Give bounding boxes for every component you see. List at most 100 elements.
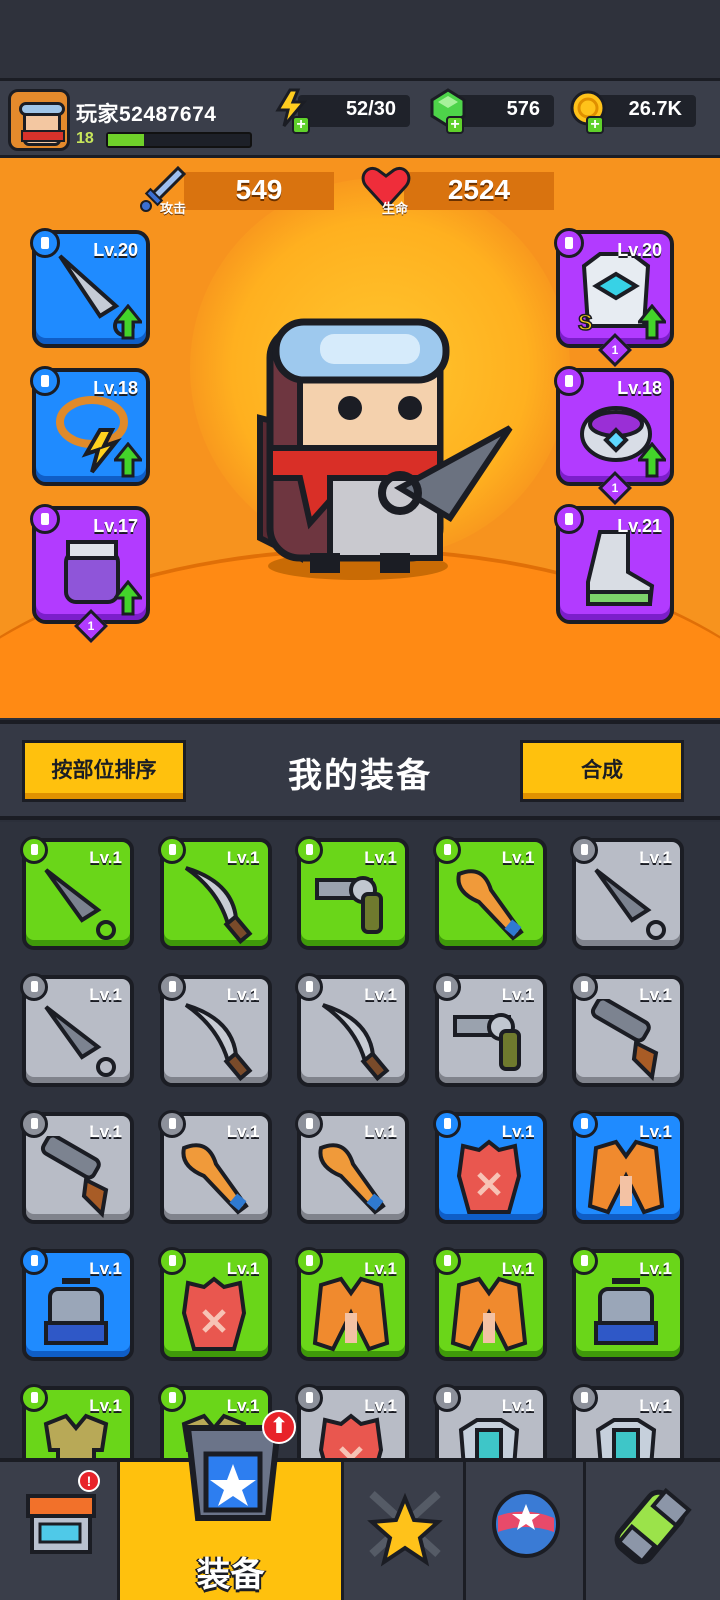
inventory-item[interactable]: Lv.1 (432, 973, 547, 1087)
equipped-slot[interactable]: Lv.21 (554, 504, 674, 624)
bat-icon (455, 869, 524, 941)
equipped-slot[interactable]: Lv.20 (30, 228, 150, 348)
add-energy-button[interactable]: + (292, 116, 310, 134)
tab-shop[interactable]: ! (0, 1462, 120, 1600)
slot-level: Lv.20 (93, 240, 138, 260)
inventory-item[interactable]: Lv.1 (570, 1384, 684, 1458)
machete-icon (184, 1003, 252, 1082)
item-slot-type-icon (20, 1110, 48, 1138)
inventory-item[interactable]: Lv.1 (20, 836, 134, 950)
item-level: Lv.1 (226, 1259, 260, 1278)
inventory-item[interactable]: Lv.1 (432, 836, 547, 950)
inventory-item[interactable]: Lv.1 (432, 1247, 547, 1361)
inventory-item[interactable]: Lv.1 (20, 1384, 134, 1458)
avatar[interactable] (8, 89, 70, 151)
jacket-icon (587, 1139, 665, 1215)
inventory-item[interactable]: Lv.1 (570, 973, 684, 1087)
plate-armor-icon (44, 1278, 108, 1345)
inventory-item[interactable]: Lv.1 (570, 836, 684, 950)
item-level: Lv.1 (226, 985, 260, 1004)
item-slot-type-icon (20, 1247, 48, 1275)
item-level: Lv.1 (364, 1396, 397, 1415)
jacket-icon (312, 1276, 390, 1352)
kunai-icon (44, 1005, 116, 1077)
item-slot-type-icon (295, 836, 323, 864)
inventory-item[interactable]: Lv.1 (20, 1110, 134, 1224)
item-slot-type-icon (570, 836, 598, 864)
inventory-item[interactable]: Lv.1 (157, 1247, 272, 1361)
inventory-item[interactable]: Lv.1 (295, 1247, 409, 1361)
xp-fill (108, 134, 144, 146)
player-character[interactable] (240, 308, 530, 588)
tab-gene[interactable] (586, 1462, 720, 1600)
tab-equipment[interactable]: ⬆ 装备 (120, 1410, 344, 1600)
attack-value: 549 (235, 174, 283, 205)
item-slot-type-icon (157, 1247, 186, 1275)
item-level: Lv.1 (501, 848, 535, 867)
tab-equipment-label: 装备 (196, 1556, 265, 1594)
inventory-item[interactable]: Lv.1 (570, 1247, 684, 1361)
item-level: Lv.1 (364, 1122, 397, 1141)
tab-battle[interactable] (344, 1462, 466, 1600)
equipped-slot[interactable]: S Lv.20 1 (554, 228, 674, 367)
inventory-item[interactable]: Lv.1 (157, 1110, 272, 1224)
kunai-icon (594, 868, 666, 940)
item-level: Lv.1 (639, 848, 672, 867)
shirt-icon (43, 1413, 109, 1458)
item-level: Lv.1 (89, 985, 122, 1004)
energy-value: 52/30 (345, 98, 396, 120)
item-slot-type-icon (20, 1384, 48, 1412)
upgrade-arrow-icon (114, 442, 142, 478)
shop-notification-badge: ! (78, 1470, 100, 1492)
upgrade-arrow-icon (114, 580, 142, 616)
equipped-slot[interactable]: Lv.18 1 (554, 366, 674, 505)
equipped-slot[interactable]: Lv.18 (30, 366, 150, 486)
shotgun-icon (40, 1136, 109, 1219)
slot-level: Lv.20 (617, 240, 662, 260)
energy-counter[interactable]: 52/30 (298, 95, 410, 127)
gem-value: 576 (506, 98, 540, 120)
slot-level: Lv.21 (617, 516, 662, 536)
item-slot-type-icon (570, 1384, 598, 1412)
add-gold-button[interactable]: + (586, 116, 604, 134)
inventory-item[interactable]: Lv.1 (157, 973, 272, 1087)
item-slot-type-icon (20, 973, 48, 1001)
item-slot-type-icon (570, 973, 598, 1001)
equipped-slot[interactable]: Lv.17 1 (30, 504, 150, 643)
slot-level: Lv.18 (93, 378, 138, 398)
merge-button[interactable]: 合成 (520, 740, 684, 802)
inventory-item[interactable]: Lv.1 (20, 1247, 134, 1361)
item-slot-type-icon (20, 836, 48, 864)
inventory-item[interactable]: Lv.1 (295, 1384, 409, 1458)
equipment-section-bar: 按部位排序 我的装备 合成 (0, 720, 720, 820)
add-gem-button[interactable]: + (446, 116, 464, 134)
tab-planet[interactable] (466, 1462, 586, 1600)
inventory-item[interactable]: Lv.1 (432, 1110, 547, 1224)
item-level: Lv.1 (364, 985, 397, 1004)
hp-value: 2524 (447, 174, 511, 205)
inventory-item[interactable]: Lv.1 (295, 1110, 409, 1224)
hp-label: 生命 (382, 201, 409, 216)
inventory-item[interactable]: Lv.1 (20, 973, 134, 1087)
inventory-item[interactable]: Lv.1 (570, 1110, 684, 1224)
item-slot-type-icon (570, 1110, 598, 1138)
battle-star-icon (367, 1491, 443, 1567)
item-slot-type-icon (432, 1247, 461, 1275)
item-slot-type-icon (295, 973, 323, 1001)
shotgun-icon (590, 999, 659, 1082)
inventory-item[interactable]: Lv.1 (295, 836, 409, 950)
inventory-grid[interactable]: Lv.1 Lv.1 Lv.1 Lv.1 Lv.1 Lv.1 Lv.1 Lv.1 Lv.1 Lv.1… (0, 822, 720, 1458)
item-level: Lv.1 (89, 1259, 122, 1278)
inventory-item[interactable]: Lv.1 (295, 973, 409, 1087)
upgrade-arrow-icon (638, 304, 666, 340)
item-level: Lv.1 (639, 1259, 672, 1278)
inventory-item[interactable]: Lv.1 (432, 1384, 547, 1458)
item-slot-type-icon (295, 1247, 323, 1275)
item-slot-type-icon (570, 1247, 598, 1275)
dna-capsule-icon (614, 1487, 692, 1565)
machete-icon (184, 866, 252, 945)
item-level: Lv.1 (89, 848, 122, 867)
chest-armor-icon (458, 1418, 519, 1458)
inventory-item[interactable]: Lv.1 (157, 836, 272, 950)
item-slot-type-icon (295, 1110, 323, 1138)
